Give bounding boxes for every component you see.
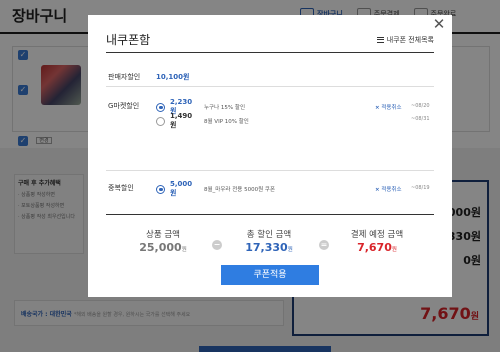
seller-discount-value: 10,100원 — [156, 73, 190, 81]
duplicate-discount-label: 중복할인 — [108, 184, 134, 192]
divider — [106, 52, 434, 53]
coupon-list-link[interactable]: 내쿠폰 전체목록 — [376, 35, 434, 45]
close-icon[interactable]: ✕ — [432, 17, 446, 32]
seller-discount-label: 판매자할인 — [108, 73, 141, 81]
apply-coupon-button[interactable]: 쿠폰적용 — [221, 265, 319, 285]
coupon-modal: 내쿠폰함 ✕ 내쿠폰 전체목록 판매자할인 10,100원 G마켓할인 2,23… — [88, 15, 452, 297]
gmarket-discount-label: G마켓할인 — [108, 102, 140, 110]
coupon-radio[interactable] — [156, 116, 165, 126]
product-amount: 상품 금액 25,000원 — [139, 230, 187, 254]
coupon-option[interactable]: 5,000원 8월_마우라 전용 5000원 쿠폰 — [156, 180, 275, 197]
coupon-option[interactable]: 2,230원 누구나 15% 할인 — [156, 98, 245, 115]
divider — [106, 170, 434, 171]
coupon-expiry: ~08/20 — [411, 103, 430, 109]
coupon-option[interactable]: 1,490원 8월 VIP 10% 할인 — [156, 112, 249, 129]
coupon-totals: 상품 금액 25,000원 − 총 할인 금액 17,330원 = 결제 예정 … — [106, 228, 434, 268]
coupon-expiry: ~08/31 — [411, 116, 430, 122]
cancel-coupon-link[interactable]: × 적용취소 — [375, 185, 402, 193]
divider — [106, 214, 434, 215]
payment-amount: 결제 예정 금액 7,670원 — [350, 230, 404, 254]
coupon-radio[interactable] — [156, 102, 165, 112]
coupon-radio[interactable] — [156, 184, 165, 194]
coupon-expiry: ~08/19 — [411, 185, 430, 191]
discount-amount: 총 할인 금액 17,330원 — [245, 230, 293, 254]
list-icon — [376, 37, 384, 43]
divider — [106, 86, 434, 87]
minus-icon: − — [212, 240, 222, 250]
cancel-coupon-link[interactable]: × 적용취소 — [375, 103, 402, 111]
equals-icon: = — [319, 240, 329, 250]
modal-title: 내쿠폰함 — [106, 33, 151, 47]
